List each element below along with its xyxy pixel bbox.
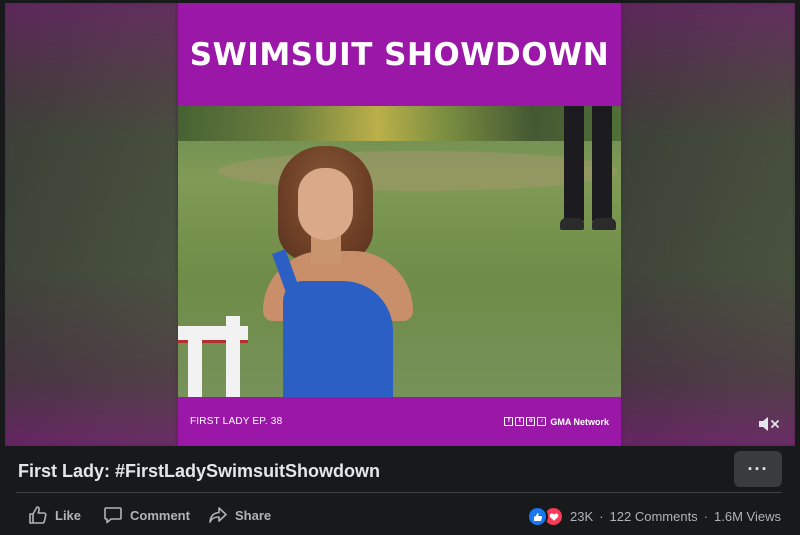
video-player[interactable]: SWIMSUIT SHOWDOWN FIRST LADY EP. 38 f t …	[5, 3, 795, 446]
video-footer-banner: FIRST LADY EP. 38 f t o ♪ GMA Network	[178, 397, 621, 446]
thumbs-up-icon	[29, 506, 47, 524]
share-button[interactable]: Share	[208, 505, 271, 525]
facebook-icon: f	[504, 417, 514, 426]
reaction-icons[interactable]	[527, 506, 565, 527]
instagram-icon: o	[526, 417, 536, 426]
post-actions-row: Like Comment Share 23K · 122 Comments · …	[0, 493, 800, 535]
muted-speaker-icon[interactable]	[757, 414, 781, 434]
video-overlay-title: SWIMSUIT SHOWDOWN	[189, 36, 610, 73]
reaction-count[interactable]: 23K	[570, 509, 593, 524]
scene-standing-person	[556, 106, 616, 241]
video-title-banner: SWIMSUIT SHOWDOWN	[178, 3, 621, 106]
like-reaction-icon	[527, 506, 549, 527]
more-options-button[interactable]: ···	[734, 451, 782, 487]
scene-woman	[253, 146, 423, 397]
post-stats: 23K · 122 Comments · 1.6M Views	[527, 506, 781, 527]
view-count: 1.6M Views	[714, 509, 781, 524]
comment-button[interactable]: Comment	[103, 505, 190, 525]
twitter-icon: t	[515, 417, 525, 426]
network-credit: f t o ♪ GMA Network	[504, 417, 609, 427]
tiktok-icon: ♪	[537, 417, 547, 426]
video-blur-backdrop-right	[623, 3, 795, 446]
more-options-icon: ···	[747, 458, 769, 479]
scene-fence	[178, 316, 248, 397]
scene-foliage	[178, 106, 621, 141]
network-name: GMA Network	[550, 416, 609, 427]
comment-count[interactable]: 122 Comments	[610, 509, 698, 524]
share-arrow-icon	[209, 507, 227, 523]
post-title-row: First Lady: #FirstLadySwimsuitShowdown ·…	[0, 446, 800, 492]
post-title: First Lady: #FirstLadySwimsuitShowdown	[18, 461, 381, 481]
episode-label: FIRST LADY EP. 38	[190, 416, 283, 427]
separator-dot: ·	[599, 509, 604, 524]
comment-bubble-icon	[104, 507, 122, 524]
video-post: SWIMSUIT SHOWDOWN FIRST LADY EP. 38 f t …	[0, 0, 800, 535]
video-blur-backdrop-left	[5, 3, 177, 446]
video-scene	[178, 106, 621, 397]
like-label: Like	[55, 507, 82, 523]
video-frame[interactable]: SWIMSUIT SHOWDOWN FIRST LADY EP. 38 f t …	[178, 3, 621, 446]
like-button[interactable]: Like	[28, 505, 81, 525]
share-label: Share	[235, 507, 272, 523]
comment-label: Comment	[130, 507, 190, 523]
separator-dot: ·	[703, 509, 709, 524]
